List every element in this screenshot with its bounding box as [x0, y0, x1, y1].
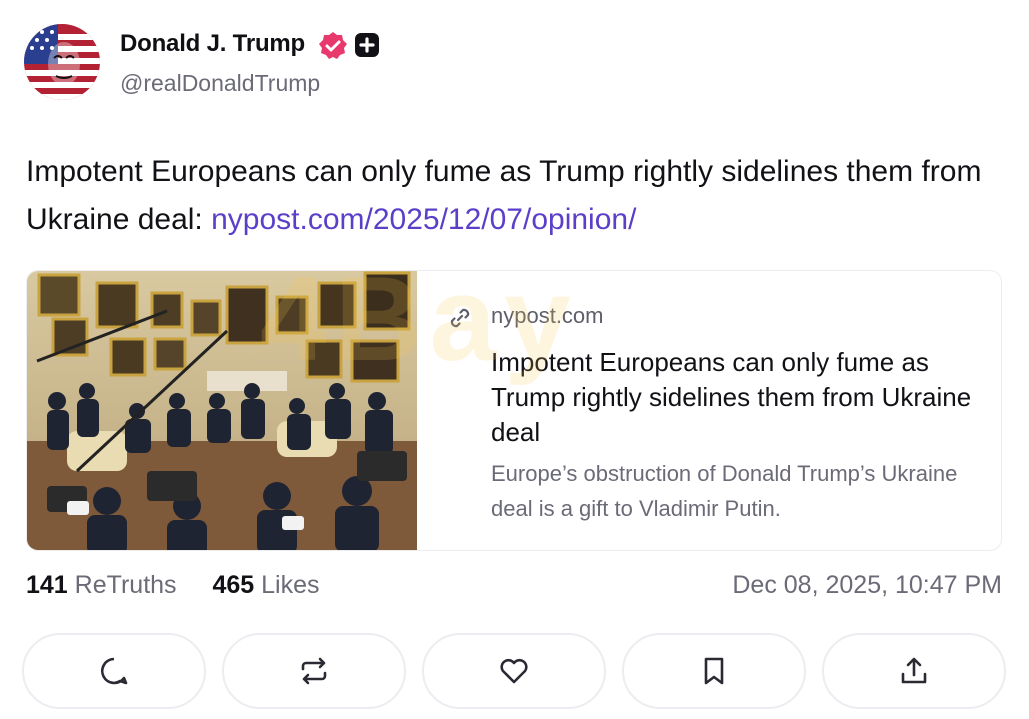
reply-icon [101, 657, 128, 685]
plus-badge-icon [355, 33, 379, 57]
like-icon [500, 658, 528, 684]
handle[interactable]: @realDonaldTrump [120, 70, 320, 97]
display-name[interactable]: Donald J. Trump [120, 30, 305, 58]
timestamp[interactable]: Dec 08, 2025, 10:47 PM [732, 571, 1002, 600]
post-stats: 141 ReTruths 465 Likes [26, 571, 320, 600]
card-domain: nypost.com [491, 303, 604, 328]
bookmark-button[interactable] [622, 633, 806, 709]
retruths-label[interactable]: ReTruths [75, 571, 177, 599]
likes-count[interactable]: 465 [212, 571, 254, 599]
action-bar [22, 633, 1006, 709]
like-button[interactable] [422, 633, 606, 709]
avatar[interactable] [24, 24, 100, 100]
share-icon [901, 657, 927, 684]
verified-badge-icon [319, 32, 347, 59]
link-icon [450, 308, 470, 328]
retruth-button[interactable] [222, 633, 406, 709]
reply-button[interactable] [22, 633, 206, 709]
post-link[interactable]: nypost.com/2025/12/07/opinion/ [211, 203, 636, 236]
card-title[interactable]: Impotent Europeans can only fume as Trum… [491, 345, 981, 450]
share-button[interactable] [822, 633, 1006, 709]
article-image [27, 271, 417, 550]
retruth-icon [301, 657, 327, 685]
truth-post: Donald J. Trump @realDonaldTrump Impoten… [0, 0, 1029, 719]
bookmark-icon [704, 657, 724, 685]
card-description: Europe’s obstruction of Donald Trump’s U… [491, 461, 958, 521]
post-text: Impotent Europeans can only fume as Trum… [26, 148, 986, 244]
retruths-count[interactable]: 141 [26, 571, 68, 599]
link-preview-card[interactable]: nypost.com Impotent Europeans can only f… [26, 270, 1002, 551]
likes-label[interactable]: Likes [261, 571, 319, 599]
